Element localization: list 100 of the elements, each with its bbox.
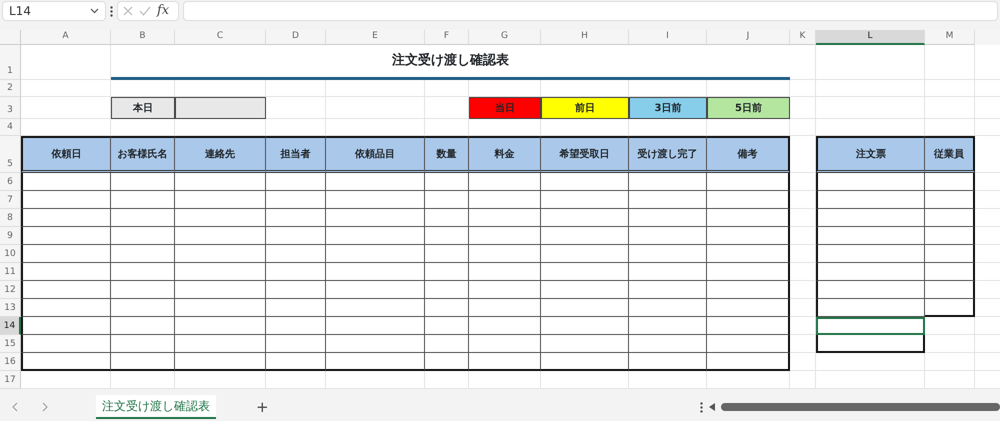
table-cell — [111, 227, 175, 245]
table-cell — [469, 317, 541, 335]
column-heading: 担当者 — [266, 136, 326, 173]
table-cell — [111, 191, 175, 209]
table-cell — [425, 173, 469, 191]
row-header[interactable]: 3 — [0, 97, 21, 119]
table-cell — [925, 299, 975, 317]
table-cell — [925, 245, 975, 263]
table-cell — [266, 335, 326, 353]
chevron-right-icon[interactable] — [42, 402, 48, 412]
column-header[interactable]: M — [925, 30, 975, 45]
column-header[interactable]: F — [425, 30, 469, 45]
more-icon[interactable] — [110, 6, 113, 16]
table-cell — [425, 245, 469, 263]
table-cell — [111, 209, 175, 227]
select-all-button[interactable] — [0, 30, 21, 45]
column-header[interactable]: H — [541, 30, 629, 45]
row-header[interactable]: 10 — [0, 245, 21, 263]
table-cell — [425, 209, 469, 227]
row-header[interactable]: 2 — [0, 80, 21, 97]
column-header[interactable]: E — [326, 30, 425, 45]
sheet-tab[interactable]: 注文受け渡し確認表 — [96, 395, 216, 419]
table-cell — [111, 335, 175, 353]
check-icon[interactable] — [139, 6, 151, 16]
table-cell — [469, 209, 541, 227]
formula-input[interactable] — [183, 1, 998, 21]
table-cell — [925, 173, 975, 191]
row-header[interactable]: 14 — [0, 317, 21, 335]
table-cell — [425, 335, 469, 353]
row-header[interactable]: 8 — [0, 209, 21, 227]
table-cell — [266, 173, 326, 191]
row-header[interactable]: 11 — [0, 263, 21, 281]
column-header[interactable]: A — [21, 30, 111, 45]
table-cell — [266, 227, 326, 245]
cell-reference: L14 — [9, 3, 31, 20]
date-input[interactable] — [175, 97, 266, 119]
table-cell — [925, 209, 975, 227]
column-heading: 数量 — [425, 136, 469, 173]
table-cell — [469, 353, 541, 371]
column-header[interactable]: K — [790, 30, 816, 45]
column-header[interactable]: J — [707, 30, 790, 45]
column-header[interactable]: I — [629, 30, 707, 45]
column-heading: 依頼品目 — [326, 136, 425, 173]
column-heading: 連絡先 — [175, 136, 266, 173]
more-icon[interactable] — [700, 402, 703, 412]
table-cell — [111, 281, 175, 299]
selected-cell[interactable] — [816, 317, 925, 335]
table-cell — [425, 263, 469, 281]
column-heading: お客様氏名 — [111, 136, 175, 173]
table-cell — [469, 173, 541, 191]
column-header[interactable]: B — [111, 30, 175, 45]
row-header[interactable]: 12 — [0, 281, 21, 299]
row-header[interactable]: 16 — [0, 353, 21, 371]
legend-label: 5日前 — [707, 97, 790, 119]
column-heading: 注文票 — [816, 136, 925, 173]
column-header[interactable]: C — [175, 30, 266, 45]
row-header[interactable]: 15 — [0, 335, 21, 353]
name-box[interactable]: L14 — [2, 1, 106, 21]
column-heading: 料金 — [469, 136, 541, 173]
table-cell — [266, 209, 326, 227]
scroll-left-icon[interactable] — [709, 403, 715, 411]
today-label: 本日 — [111, 97, 175, 119]
table-cell — [111, 173, 175, 191]
table-cell — [111, 353, 175, 371]
table-cell — [925, 191, 975, 209]
column-heading: 受け渡し完了 — [629, 136, 707, 173]
row-header[interactable]: 6 — [0, 173, 21, 191]
table-cell — [469, 245, 541, 263]
row-header[interactable]: 13 — [0, 299, 21, 317]
table-cell — [266, 353, 326, 371]
table-cell — [925, 281, 975, 299]
add-sheet-button[interactable]: + — [250, 394, 275, 420]
table-cell — [425, 227, 469, 245]
column-heading: 依頼日 — [21, 136, 111, 173]
sheet-title: 注文受け渡し確認表 — [111, 45, 790, 80]
table-cell — [425, 317, 469, 335]
table-cell — [111, 263, 175, 281]
cancel-icon[interactable] — [123, 6, 133, 16]
legend-label: 前日 — [541, 97, 629, 119]
row-header[interactable]: 1 — [0, 45, 21, 80]
chevron-left-icon[interactable] — [12, 402, 18, 412]
row-header[interactable]: 5 — [0, 136, 21, 173]
table-cell — [925, 263, 975, 281]
legend-label: 当日 — [469, 97, 541, 119]
table-cell — [469, 191, 541, 209]
table-cell — [469, 281, 541, 299]
row-header[interactable]: 7 — [0, 191, 21, 209]
scrollbar-thumb[interactable] — [721, 403, 1000, 411]
row-header[interactable]: 9 — [0, 227, 21, 245]
column-header[interactable]: L — [816, 30, 925, 45]
table-cell — [425, 353, 469, 371]
column-header[interactable]: D — [266, 30, 326, 45]
table-cell — [425, 299, 469, 317]
row-header[interactable]: 4 — [0, 119, 21, 136]
table-cell — [425, 191, 469, 209]
row-header[interactable]: 17 — [0, 371, 21, 389]
column-header[interactable]: G — [469, 30, 541, 45]
legend-label: 3日前 — [629, 97, 707, 119]
column-heading: 備考 — [707, 136, 790, 173]
table-cell — [469, 263, 541, 281]
